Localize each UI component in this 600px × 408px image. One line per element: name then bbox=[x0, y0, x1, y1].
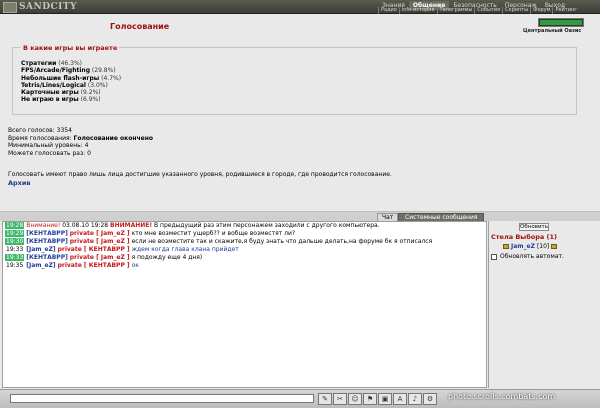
refresh-button[interactable]: Обновить bbox=[519, 223, 549, 231]
clan-icon bbox=[503, 244, 509, 249]
poll-option: Tetris/Lines/Logical (3.0%) bbox=[21, 81, 108, 89]
chat-nick[interactable]: [КЕНТАВРР] bbox=[26, 238, 68, 245]
voting-notice: Голосовать имеют право лишь лица достигш… bbox=[8, 171, 392, 178]
logo[interactable]: SANDCITY bbox=[3, 1, 77, 13]
sub-menu: Радио info-история Телеграммы События Ск… bbox=[378, 7, 579, 14]
online-pane: Обновить Стела Выбора (1) Jam_eZ [10] Обн… bbox=[488, 221, 598, 388]
smile-icon[interactable]: ☺ bbox=[348, 393, 362, 405]
health-indicator bbox=[538, 18, 584, 27]
poll-option: Стратегии (46.3%) bbox=[21, 60, 82, 67]
logo-icon bbox=[3, 1, 17, 13]
location-label: Центральный Оазис bbox=[523, 28, 582, 34]
stat-total-votes: Всего голосов: 3354 bbox=[8, 127, 72, 134]
chat-nick[interactable]: [КЕНТАВРР] bbox=[26, 254, 68, 261]
poll-question: В какие игры вы играете bbox=[21, 44, 120, 52]
app-window: SANDCITY Знания Общение Безопасность Пер… bbox=[0, 0, 600, 408]
page-title: Голосование bbox=[110, 22, 170, 31]
submenu-rating[interactable]: Рейтинг bbox=[552, 7, 578, 14]
location-title: Стела Выбора (1) bbox=[491, 233, 557, 241]
chat-toolbar: ✎ ✂ ☺ ⚑ ▣ A ♪ ⚙ bbox=[318, 393, 437, 405]
poll-option: Не играю в игры (6.9%) bbox=[21, 96, 101, 104]
chat-message: 19:28 Внимание! 03.08.10 19:28 ВНИМАНИЕ!… bbox=[5, 222, 380, 229]
auto-refresh-row: Обновлять автомат. bbox=[491, 253, 564, 260]
auto-refresh-label: Обновлять автомат. bbox=[500, 253, 564, 260]
auto-refresh-checkbox[interactable] bbox=[491, 253, 497, 260]
stat-voting-time: Время голосования: Голосование окончено bbox=[8, 134, 153, 142]
poll-box: В какие игры вы играете Стратегии (46.3%… bbox=[12, 44, 577, 115]
poll-option: Карточные игры (9.2%) bbox=[21, 89, 101, 97]
translit-icon[interactable]: A bbox=[393, 393, 407, 405]
health-bar bbox=[540, 20, 582, 25]
poll-options: Стратегии (46.3%) FPS/Arcade/Fighting (2… bbox=[21, 60, 121, 104]
clear-icon[interactable]: ✂ bbox=[333, 393, 347, 405]
input-bar: ✎ ✂ ☺ ⚑ ▣ A ♪ ⚙ photo.scrolls.combats.co… bbox=[0, 389, 600, 408]
submenu-events[interactable]: События bbox=[474, 7, 502, 14]
chat-message: 19:33 [Jam_eZ] private [ КЕНТАВРР ] ждем… bbox=[6, 246, 239, 253]
submenu-scripts[interactable]: Скрипты bbox=[502, 7, 530, 14]
poll-stats: Всего голосов: 3354 Время голосования: Г… bbox=[8, 127, 153, 157]
submenu-forum[interactable]: Форум bbox=[530, 7, 552, 14]
settings-icon[interactable]: ⚙ bbox=[423, 393, 437, 405]
submenu-telegrams[interactable]: Телеграммы bbox=[436, 7, 475, 14]
stat-min-level: Минимальный уровень: 4 bbox=[8, 142, 89, 149]
chat-tabs: Чат Системные сообщения bbox=[0, 211, 600, 222]
poll-option: FPS/Arcade/Fighting (29.8%) bbox=[21, 67, 116, 75]
submenu-radio[interactable]: Радио bbox=[378, 7, 399, 14]
chat-message: 19:33 [КЕНТАВРР] private [ Jam_eZ ] я по… bbox=[5, 254, 203, 261]
chat-message: 19:35 [Jam_eZ] private [ КЕНТАВРР ] ок bbox=[6, 262, 139, 269]
chat-message: 19:29 [КЕНТАВРР] private [ Jam_eZ ] кто … bbox=[5, 230, 296, 237]
chat-input[interactable] bbox=[10, 394, 314, 403]
save-icon[interactable]: ▣ bbox=[378, 393, 392, 405]
watermark: photo.scrolls.combats.com bbox=[448, 392, 556, 401]
logo-text: SANDCITY bbox=[19, 2, 78, 12]
info-icon[interactable] bbox=[551, 244, 558, 249]
poll-option: Небольшие flash-игры (4.7%) bbox=[21, 74, 122, 82]
chat-nick[interactable]: [Jam_eZ] bbox=[26, 246, 55, 253]
filter-icon[interactable]: ⚑ bbox=[363, 393, 377, 405]
archive-link[interactable]: Архив bbox=[8, 179, 31, 187]
chat-message: 19:30 [КЕНТАВРР] private [ Jam_eZ ] если… bbox=[5, 238, 433, 245]
submenu-info-history[interactable]: info-история bbox=[398, 7, 437, 14]
chat-nick[interactable]: [Jam_eZ] bbox=[26, 262, 55, 269]
top-bar: SANDCITY Знания Общение Безопасность Пер… bbox=[0, 0, 600, 14]
chat-log[interactable]: 19:28 Внимание! 03.08.10 19:28 ВНИМАНИЕ!… bbox=[2, 221, 487, 388]
online-user[interactable]: Jam_eZ [10] bbox=[503, 243, 558, 250]
send-icon[interactable]: ✎ bbox=[318, 393, 332, 405]
chat-nick[interactable]: [КЕНТАВРР] bbox=[26, 230, 68, 237]
stat-can-vote: Можете голосовать раз: 0 bbox=[8, 149, 91, 157]
sound-icon[interactable]: ♪ bbox=[408, 393, 422, 405]
